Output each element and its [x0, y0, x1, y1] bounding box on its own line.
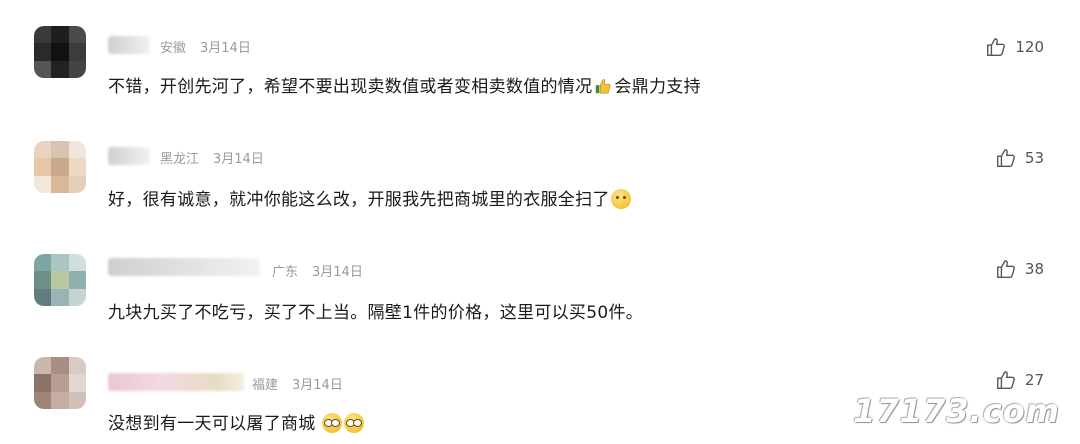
thumbs-up-icon: [996, 371, 1015, 389]
like-count: 120: [1015, 38, 1044, 56]
like-button[interactable]: 27: [995, 369, 1044, 391]
like-count: 53: [1024, 149, 1044, 167]
thumbs-up-icon: [996, 260, 1015, 278]
location-label: 黑龙江: [160, 152, 200, 167]
username-redacted: [108, 36, 150, 54]
username-redacted: [108, 258, 260, 276]
comment-item: 广东 3月14日 九块九买了不吃亏，买了不上当。隔壁1件的价格，这里可以买50件。…: [0, 222, 1080, 333]
comment-text: 不错，开创先河了，希望不要出现卖数值或者变相卖数值的情况 会鼎力支持: [108, 77, 701, 97]
location-label: 福建: [252, 378, 279, 393]
like-count: 38: [1024, 260, 1044, 278]
comment-meta: 安徽 3月14日: [160, 37, 251, 56]
confused-face-emoji: [610, 189, 631, 209]
site-watermark: 17173.com: [853, 392, 1060, 430]
comment-text: 没想到有一天可以屠了商城: [108, 409, 365, 434]
like-count: 27: [1024, 371, 1044, 389]
comment-text: 九块九买了不吃亏，买了不上当。隔壁1件的价格，这里可以买50件。: [108, 303, 644, 323]
comment-meta: 黑龙江 3月14日: [160, 148, 264, 167]
avatar[interactable]: [34, 141, 86, 193]
thumbs-up-icon: [987, 38, 1006, 56]
avatar[interactable]: [34, 254, 86, 306]
rolling-eyes-emoji: [344, 413, 365, 433]
avatar[interactable]: [34, 357, 86, 409]
comment-item: 黑龙江 3月14日 好，很有诚意，就冲你能这么改，开服我先把商城里的衣服全扫了 5…: [0, 111, 1080, 222]
like-button[interactable]: 120: [985, 36, 1044, 58]
like-button[interactable]: 38: [995, 258, 1044, 280]
location-label: 广东: [272, 265, 299, 280]
comment-meta: 广东 3月14日: [272, 261, 363, 280]
date-label: 3月14日: [200, 41, 251, 56]
location-label: 安徽: [160, 41, 187, 56]
comment-text: 好，很有诚意，就冲你能这么改，开服我先把商城里的衣服全扫了: [108, 185, 632, 210]
date-label: 3月14日: [312, 265, 363, 280]
thumbs-up-icon: [996, 149, 1015, 167]
comment-item: 安徽 3月14日 不错，开创先河了，希望不要出现卖数值或者变相卖数值的情况 会鼎力支…: [0, 0, 1080, 111]
rolling-eyes-emoji: [322, 413, 343, 433]
thumbs-up-emoji: [596, 79, 611, 94]
date-label: 3月14日: [292, 378, 343, 393]
date-label: 3月14日: [213, 152, 264, 167]
comment-meta: 福建 3月14日: [252, 374, 343, 393]
avatar[interactable]: [34, 26, 86, 78]
username-redacted: [108, 147, 150, 165]
like-button[interactable]: 53: [995, 147, 1044, 169]
username-redacted: [108, 373, 244, 391]
